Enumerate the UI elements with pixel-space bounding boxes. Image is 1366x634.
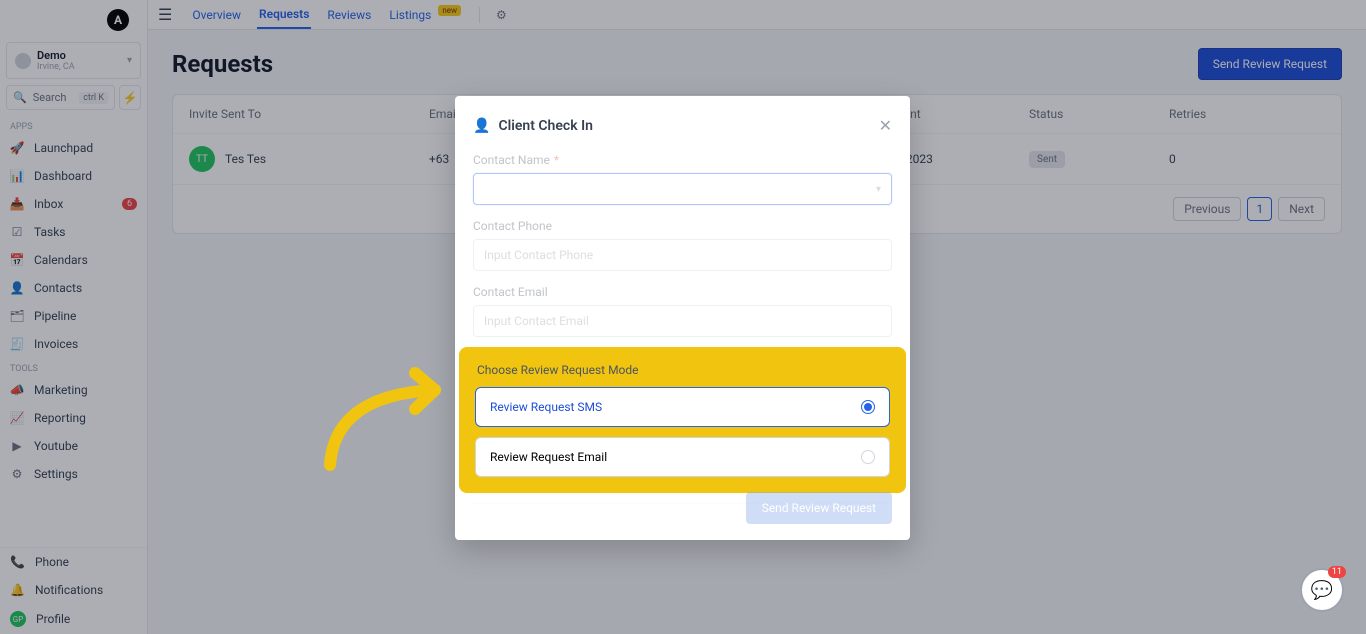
highlight-annotation: Choose Review Request Mode Review Reques…: [459, 347, 906, 493]
contact-phone-label: Contact Phone: [473, 219, 892, 233]
contact-name-label: Contact Name*: [473, 153, 892, 167]
user-icon: 👤: [473, 118, 490, 134]
contact-email-input[interactable]: [473, 305, 892, 337]
mode-option-sms[interactable]: Review Request SMS: [475, 387, 890, 427]
radio-selected-icon: [861, 400, 875, 414]
contact-name-select[interactable]: ▾: [473, 173, 892, 205]
chevron-down-icon: ▾: [876, 184, 881, 195]
mode-email-label: Review Request Email: [490, 450, 607, 464]
client-checkin-modal: 👤 Client Check In ✕ Contact Name* ▾ Cont…: [455, 96, 910, 540]
contact-email-label: Contact Email: [473, 285, 892, 299]
radio-unselected-icon: [861, 450, 875, 464]
modal-title: Client Check In: [498, 118, 592, 134]
chat-icon: 💬: [1311, 580, 1333, 601]
modal-send-button[interactable]: Send Review Request: [746, 492, 892, 524]
chat-count-badge: 11: [1328, 566, 1346, 578]
contact-phone-input[interactable]: [473, 239, 892, 271]
mode-option-email[interactable]: Review Request Email: [475, 437, 890, 477]
mode-label: Choose Review Request Mode: [477, 363, 890, 377]
close-icon[interactable]: ✕: [879, 116, 892, 135]
chat-fab[interactable]: 💬 11: [1300, 568, 1344, 612]
mode-sms-label: Review Request SMS: [490, 400, 602, 414]
